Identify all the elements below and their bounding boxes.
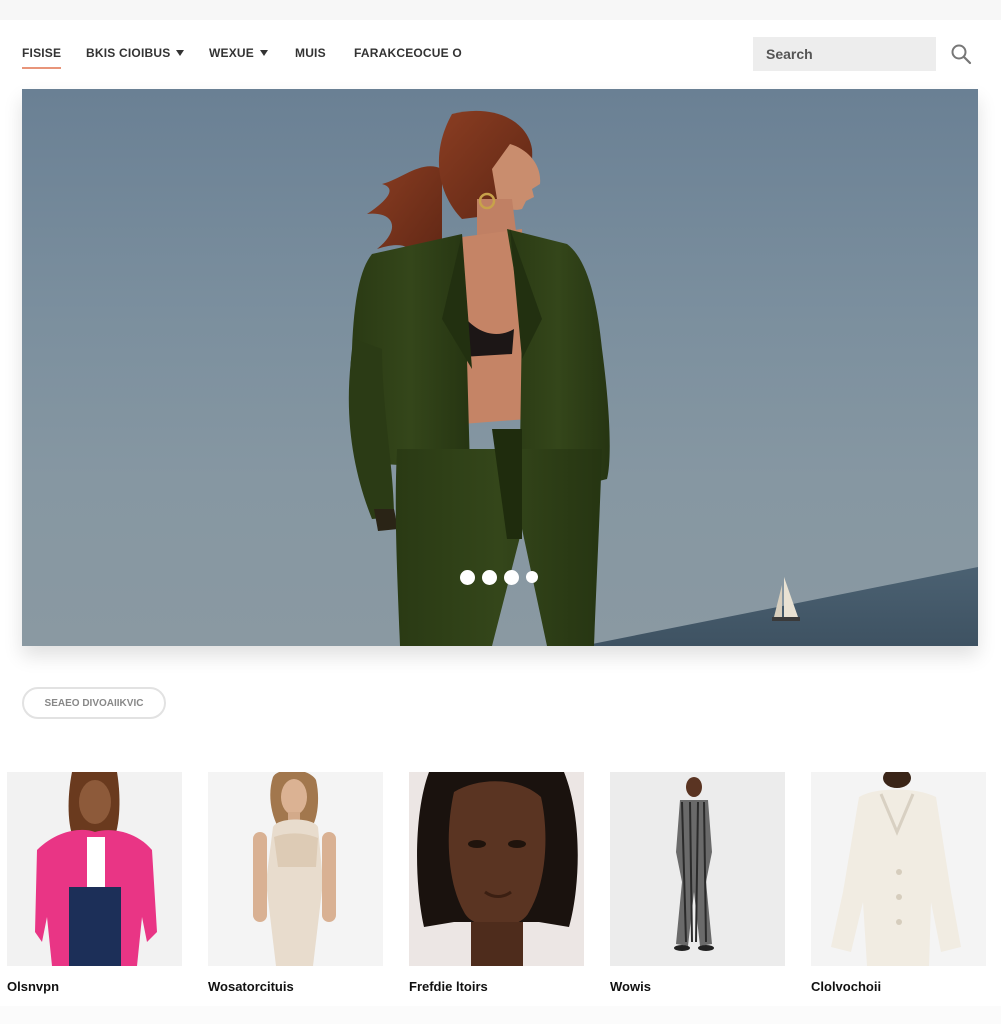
hero-image xyxy=(348,110,978,646)
chevron-down-icon xyxy=(260,50,269,56)
product-name: Olsnvpn xyxy=(7,979,60,994)
nav-item-label: FARAKCEOCUE O xyxy=(354,46,462,60)
carousel-dot[interactable] xyxy=(460,569,475,585)
bottom-strip xyxy=(0,1006,1001,1024)
chevron-down-icon xyxy=(176,50,185,56)
search-input[interactable] xyxy=(753,37,936,71)
nav-item-more[interactable]: MUIS xyxy=(295,46,326,60)
search-icon[interactable] xyxy=(949,42,973,66)
carousel-dot[interactable] xyxy=(504,569,519,585)
product-name: Clolvochoii xyxy=(811,979,882,994)
nav-item-featured[interactable]: FARAKCEOCUE O xyxy=(354,46,462,60)
product-card[interactable]: Olsnvpn xyxy=(7,772,182,994)
product-image xyxy=(409,772,584,966)
product-card[interactable]: Frefdie ltoirs xyxy=(409,772,584,994)
nav-item-label: WEXUE xyxy=(209,46,255,60)
nav-item-new[interactable]: WEXUE xyxy=(209,46,269,60)
nav-item-label: MUIS xyxy=(295,46,326,60)
product-name: Wosatorcituis xyxy=(208,979,294,994)
active-underline xyxy=(22,67,62,69)
product-name: Wowis xyxy=(610,979,651,994)
product-image xyxy=(7,772,182,966)
nav-item-collections[interactable]: BKIS CIOIBUS xyxy=(86,46,185,60)
sailboat xyxy=(772,577,800,621)
nav-item-home[interactable]: FISISE xyxy=(22,46,62,69)
product-card[interactable]: Clolvochoii xyxy=(811,772,986,994)
product-image xyxy=(811,772,986,966)
product-image xyxy=(208,772,383,966)
hero-banner[interactable] xyxy=(22,89,978,646)
carousel-dot[interactable] xyxy=(526,571,538,583)
product-card[interactable]: Wowis xyxy=(610,772,785,994)
nav-item-label: BKIS CIOIBUS xyxy=(86,46,171,60)
filter-button[interactable]: SEAEO DIVOAIIKVIC xyxy=(22,687,166,719)
product-image xyxy=(610,772,785,966)
product-name: Frefdie ltoirs xyxy=(409,979,488,994)
top-strip xyxy=(0,0,1001,20)
product-card[interactable]: Wosatorcituis xyxy=(208,772,383,994)
carousel-dot[interactable] xyxy=(482,569,497,585)
nav-item-label: FISISE xyxy=(22,46,62,60)
carousel-indicators xyxy=(460,569,538,585)
top-navigation: FISISE BKIS CIOIBUS WEXUE MUIS FARAKCEOC… xyxy=(0,20,1001,88)
